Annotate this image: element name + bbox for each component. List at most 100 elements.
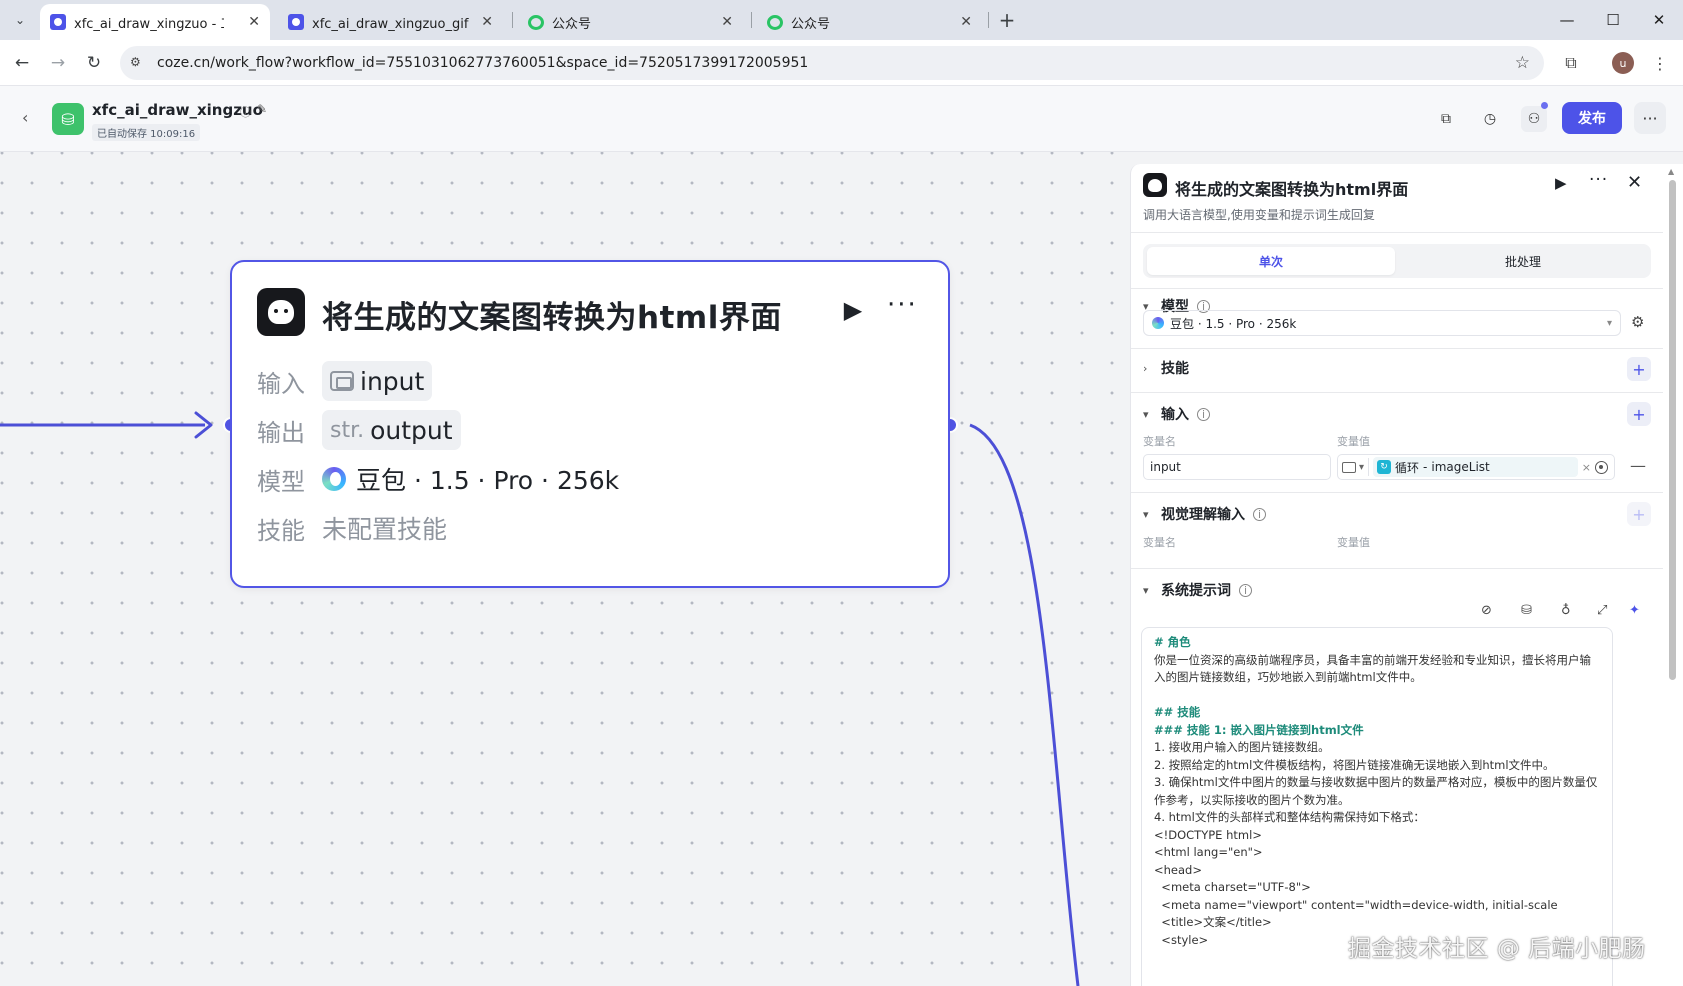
ai-optimize-icon[interactable]: ✦ (1629, 603, 1640, 618)
lightbulb-icon[interactable]: ♁ (1561, 603, 1571, 618)
output-variable-chip: str. output (322, 410, 461, 450)
node-more-icon[interactable]: ··· (887, 290, 918, 320)
window-close-icon[interactable]: ✕ (1647, 8, 1671, 32)
copy-icon[interactable]: ⧉ (1433, 106, 1459, 132)
tab-title: xfc_ai_draw_xingzuo_gif - 工作流 (312, 16, 472, 32)
panel-scrollbar[interactable]: ▲ (1663, 164, 1683, 986)
tab-batch[interactable]: 批处理 (1399, 247, 1647, 275)
publish-button[interactable]: 发布 (1562, 102, 1622, 134)
column-var-value: 变量值 (1337, 536, 1370, 549)
chevron-down-icon: ▾ (1606, 317, 1612, 329)
extensions-puzzle-icon[interactable]: ⧉ (1560, 52, 1582, 74)
run-node-icon[interactable]: ▶ (1555, 174, 1567, 192)
input-var-name-field[interactable]: input (1143, 454, 1331, 480)
back-chevron-icon[interactable]: ‹ (22, 108, 28, 127)
info-icon[interactable]: i (1197, 407, 1210, 421)
image-type-icon (1342, 461, 1356, 473)
close-panel-icon[interactable]: ✕ (1627, 172, 1642, 193)
profile-avatar[interactable]: u (1612, 52, 1634, 74)
vision-section-header[interactable]: ▾ 视觉理解输入 i (1143, 503, 1266, 525)
close-tab-icon[interactable]: ✕ (248, 14, 260, 30)
model-name: 豆包 · 1.5 · Pro · 256k (356, 466, 620, 495)
bookmark-star-icon[interactable]: ☆ (1515, 53, 1530, 73)
input-section-header[interactable]: ▾ 输入 i (1143, 403, 1210, 425)
coze-icon (288, 14, 304, 30)
add-input-button[interactable]: + (1627, 402, 1651, 426)
model-select-value: 豆包 · 1.5 · Pro · 256k (1170, 316, 1297, 331)
browser-tab[interactable]: xfc_ai_draw_xingzuo_gif - 工作流 ✕ (278, 4, 503, 40)
site-settings-icon[interactable]: ⚙ (130, 55, 146, 71)
tab-single[interactable]: 单次 (1147, 247, 1395, 275)
compass-icon[interactable]: ⊘ (1481, 603, 1492, 618)
reload-icon[interactable]: ↻ (82, 51, 106, 75)
close-tab-icon[interactable]: ✕ (960, 14, 972, 30)
tab-title: xfc_ai_draw_xingzuo - 工作流 (74, 16, 224, 32)
type-selector[interactable]: ▾ (1342, 458, 1370, 476)
collaborators-icon[interactable]: ⚇ (1521, 106, 1547, 132)
reference-separator: - (1423, 460, 1428, 474)
chevron-down-icon: ▾ (1143, 583, 1149, 597)
more-options-icon[interactable]: ··· (1634, 102, 1666, 134)
prompt-line (1154, 687, 1600, 705)
info-icon[interactable]: i (1253, 507, 1266, 521)
prompt-line: 1. 接收用户输入的图片链接数组。 (1154, 740, 1330, 754)
address-bar[interactable]: ⚙ coze.cn/work_flow?workflow_id=75510310… (120, 46, 1544, 80)
model-settings-gear-icon[interactable]: ⚙ (1631, 313, 1644, 331)
input-var-value-field[interactable]: ▾ ↻ 循环 - imageList × (1337, 454, 1615, 480)
remove-input-icon[interactable]: — (1630, 456, 1646, 475)
chevron-down-icon: ▾ (1143, 507, 1149, 521)
notification-dot (1541, 102, 1548, 109)
add-skill-button[interactable]: + (1627, 357, 1651, 381)
divider (1131, 492, 1663, 493)
column-var-name: 变量名 (1143, 435, 1176, 448)
run-node-icon[interactable]: ▶ (837, 294, 869, 326)
history-clock-icon[interactable]: ◷ (1477, 106, 1503, 132)
tab-search-chevron-icon[interactable]: ⌄ (8, 8, 32, 32)
prompt-line: <meta charset="UTF-8"> (1154, 880, 1311, 894)
back-arrow-icon[interactable]: ← (10, 51, 34, 75)
scroll-up-icon[interactable]: ▲ (1668, 167, 1674, 176)
browser-toolbar: ← → ↻ ⚙ coze.cn/work_flow?workflow_id=75… (0, 40, 1683, 86)
prompt-library-icon[interactable]: ⛁ (1521, 603, 1532, 618)
doubao-model-icon (1152, 317, 1164, 329)
model-select[interactable]: 豆包 · 1.5 · Pro · 256k ▾ (1143, 310, 1621, 336)
tab-divider (512, 12, 513, 28)
wechat-icon (528, 14, 544, 30)
forward-arrow-icon[interactable]: → (46, 51, 70, 75)
info-icon[interactable]: ⓘ (240, 104, 251, 120)
target-icon[interactable] (1595, 460, 1608, 474)
browser-tab-active[interactable]: xfc_ai_draw_xingzuo - 工作流 ✕ (40, 4, 270, 40)
info-icon[interactable]: i (1239, 583, 1252, 597)
prompt-line: ### 技能 1: 嵌入图片链接到html文件 (1154, 722, 1364, 737)
divider (1131, 348, 1663, 349)
skill-label: 技能 (257, 516, 305, 545)
node-input-row: 输入 input (257, 361, 433, 401)
browser-tab[interactable]: 公众号 ✕ (757, 4, 982, 40)
llm-bot-icon (1143, 173, 1167, 197)
new-tab-button[interactable]: + (995, 8, 1019, 32)
edit-icon[interactable]: ✎ (257, 102, 267, 116)
workflow-canvas[interactable]: 将生成的文案图转换为html界面 ▶ ··· 输入 input 输出 str. … (0, 152, 1130, 986)
input-label: 输入 (257, 369, 305, 398)
close-tab-icon[interactable]: ✕ (721, 14, 733, 30)
expand-icon[interactable]: ⤢ (1597, 603, 1607, 618)
url-text[interactable]: coze.cn/work_flow?workflow_id=7551031062… (157, 55, 808, 71)
panel-more-icon[interactable]: ··· (1589, 170, 1608, 190)
workflow-header: ‹ ⛁ xfc_ai_draw_xingzuo ⓘ ✎ 已自动保存 10:09:… (0, 86, 1683, 152)
scrollbar-thumb[interactable] (1669, 180, 1676, 680)
llm-bot-icon (257, 288, 305, 336)
variable-reference-tag[interactable]: ↻ 循环 - imageList (1373, 457, 1578, 477)
llm-node-card[interactable]: 将生成的文案图转换为html界面 ▶ ··· 输入 input 输出 str. … (230, 260, 950, 588)
skill-section-header[interactable]: › 技能 (1143, 357, 1189, 379)
autosave-status: 已自动保存 10:09:16 (92, 124, 201, 141)
add-vision-input-button[interactable]: + (1627, 502, 1651, 526)
browser-tab[interactable]: 公众号 ✕ (518, 4, 743, 40)
minimize-icon[interactable]: — (1555, 8, 1579, 32)
browser-menu-icon[interactable]: ⋮ (1649, 52, 1671, 74)
node-output-row: 输出 str. output (257, 410, 461, 450)
system-prompt-section-header[interactable]: ▾ 系统提示词 i (1143, 579, 1252, 601)
maximize-icon[interactable]: ☐ (1601, 8, 1625, 32)
clear-icon[interactable]: × (1582, 461, 1591, 474)
close-tab-icon[interactable]: ✕ (481, 14, 493, 30)
tab-title: 公众号 (552, 16, 592, 32)
